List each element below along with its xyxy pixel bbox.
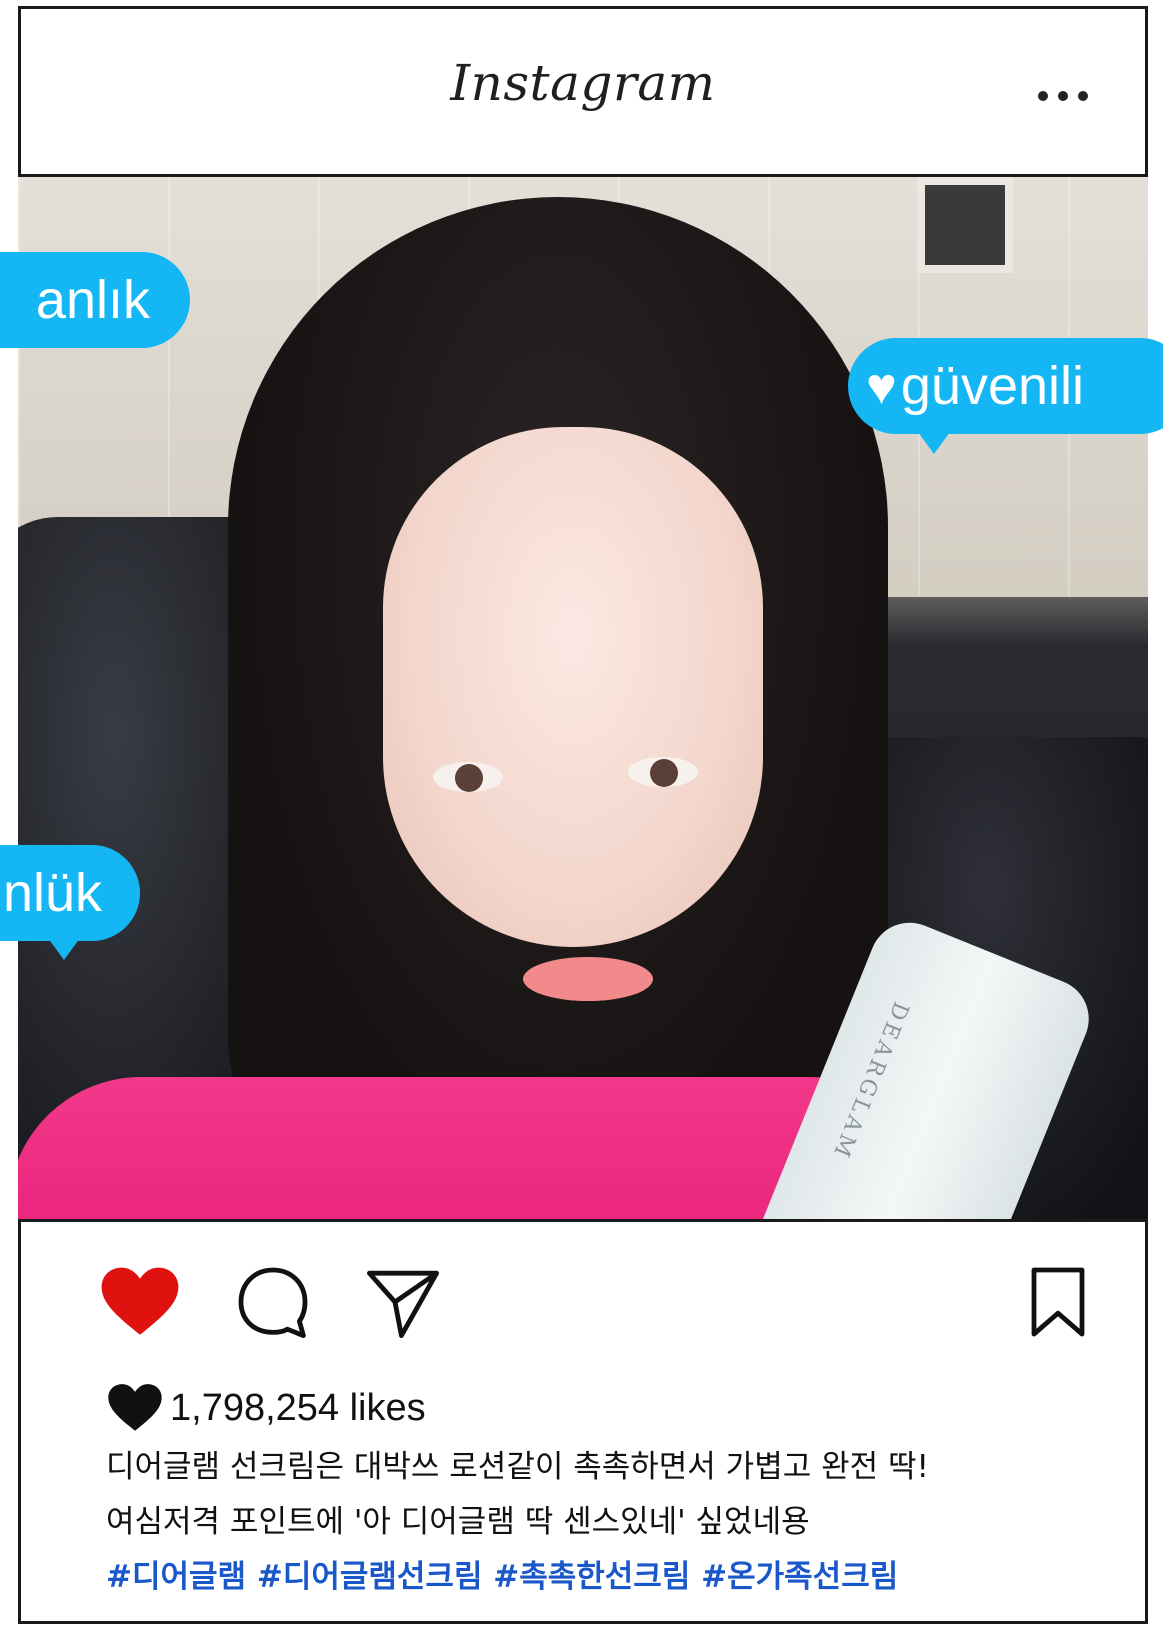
photo-wall-frame — [917, 177, 1013, 273]
post-header: Instagram — [18, 6, 1148, 177]
speech-bubble-tail — [48, 938, 80, 960]
app-title: Instagram — [450, 54, 716, 112]
post-photo[interactable]: DEARGLAM — [18, 177, 1148, 1222]
post-caption: 디어글램 선크림은 대박쓰 로션같이 촉촉하면서 가볍고 완전 딱! 여심저격 … — [106, 1440, 1116, 1605]
save-button[interactable] — [1018, 1262, 1098, 1342]
speech-bubble-2: ♥güvenili — [848, 338, 1163, 434]
heart-icon: ♥ — [866, 358, 897, 416]
likes-text: 1,798,254 likes — [170, 1386, 426, 1429]
action-bar — [18, 1222, 1148, 1342]
heart-small-icon — [108, 1384, 162, 1431]
comment-bubble-icon — [238, 1267, 308, 1338]
caption-line: 여심저격 포인트에 '아 디어글램 딱 센스있네' 싶었네용 — [106, 1504, 810, 1540]
like-button[interactable] — [100, 1262, 180, 1342]
photo-eye-left — [433, 762, 503, 792]
comment-button[interactable] — [233, 1262, 313, 1342]
speech-bubble-3: nlük — [0, 845, 140, 941]
more-options-button[interactable] — [1038, 84, 1088, 108]
hashtags[interactable]: #디어글램 #디어글램선크림 #촉촉한선크림 #온가족선크림 — [106, 1550, 1116, 1605]
speech-bubble-tail — [918, 432, 950, 454]
photo-eye-right — [628, 757, 698, 787]
speech-bubble-text: anlık — [35, 270, 150, 330]
paper-plane-icon — [367, 1270, 439, 1338]
speech-bubble-text: güvenili — [900, 356, 1084, 416]
caption-line: 디어글램 선크림은 대박쓰 로션같이 촉촉하면서 가볍고 완전 딱! — [106, 1449, 929, 1485]
speech-bubble-1: anlık — [0, 252, 190, 348]
share-button[interactable] — [363, 1262, 443, 1342]
more-horizontal-icon — [1038, 91, 1048, 101]
more-dot — [1058, 91, 1068, 101]
more-dot — [1078, 91, 1088, 101]
heart-filled-icon — [101, 1267, 179, 1335]
speech-bubble-text: nlük — [2, 863, 102, 923]
instagram-post-page: Instagram DEARGLAM anlık ♥güvenili nlük — [0, 0, 1163, 1631]
photo-lips — [523, 957, 653, 1001]
bookmark-icon — [1031, 1267, 1085, 1337]
likes-count[interactable]: 1,798,254 likes — [106, 1384, 426, 1432]
photo-face — [383, 427, 763, 947]
